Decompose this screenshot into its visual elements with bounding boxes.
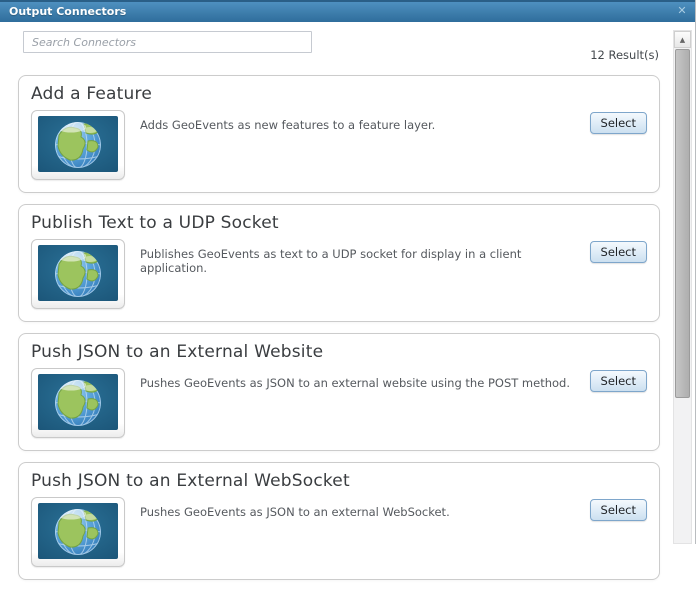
select-button[interactable]: Select bbox=[589, 241, 647, 263]
globe-icon bbox=[38, 374, 118, 430]
globe-icon bbox=[38, 245, 118, 301]
connector-description: Pushes GeoEvents as JSON to an external … bbox=[140, 376, 570, 390]
connector-description: Adds GeoEvents as new features to a feat… bbox=[140, 118, 436, 132]
connector-card: Publish Text to a UDP Socket Publishes G… bbox=[18, 204, 660, 322]
select-button[interactable]: Select bbox=[589, 370, 647, 392]
select-button[interactable]: Select bbox=[589, 499, 647, 521]
dialog-titlebar: Output Connectors ✕ bbox=[0, 0, 695, 22]
connector-description: Pushes GeoEvents as JSON to an external … bbox=[140, 505, 450, 519]
vertical-scrollbar[interactable]: ▲ bbox=[673, 30, 692, 544]
connector-card: Push JSON to an External WebSocket Pushe… bbox=[18, 462, 660, 580]
connector-title: Publish Text to a UDP Socket bbox=[31, 213, 279, 233]
connector-thumbnail bbox=[31, 239, 125, 309]
results-count: 12 Result(s) bbox=[590, 48, 659, 62]
close-icon[interactable]: ✕ bbox=[675, 4, 689, 18]
dialog-title: Output Connectors bbox=[9, 5, 127, 18]
connector-thumbnail bbox=[31, 110, 125, 180]
connector-thumbnail bbox=[31, 497, 125, 567]
globe-icon bbox=[38, 503, 118, 559]
connector-list: Add a Feature Adds GeoEvents as new feat… bbox=[18, 75, 660, 591]
connector-card: Add a Feature Adds GeoEvents as new feat… bbox=[18, 75, 660, 193]
scrollbar-thumb[interactable] bbox=[675, 49, 690, 398]
connector-description: Publishes GeoEvents as text to a UDP soc… bbox=[140, 247, 522, 275]
connector-title: Push JSON to an External WebSocket bbox=[31, 471, 350, 491]
connector-title: Push JSON to an External Website bbox=[31, 342, 324, 362]
select-button[interactable]: Select bbox=[589, 112, 647, 134]
connector-title: Add a Feature bbox=[31, 84, 152, 104]
globe-icon bbox=[38, 116, 118, 172]
scroll-up-arrow-icon[interactable]: ▲ bbox=[674, 31, 691, 48]
connector-thumbnail bbox=[31, 368, 125, 438]
output-connectors-dialog: Output Connectors ✕ 12 Result(s) Add a F… bbox=[0, 0, 696, 580]
connector-card: Push JSON to an External Website Pushes … bbox=[18, 333, 660, 451]
search-input[interactable] bbox=[23, 31, 312, 53]
